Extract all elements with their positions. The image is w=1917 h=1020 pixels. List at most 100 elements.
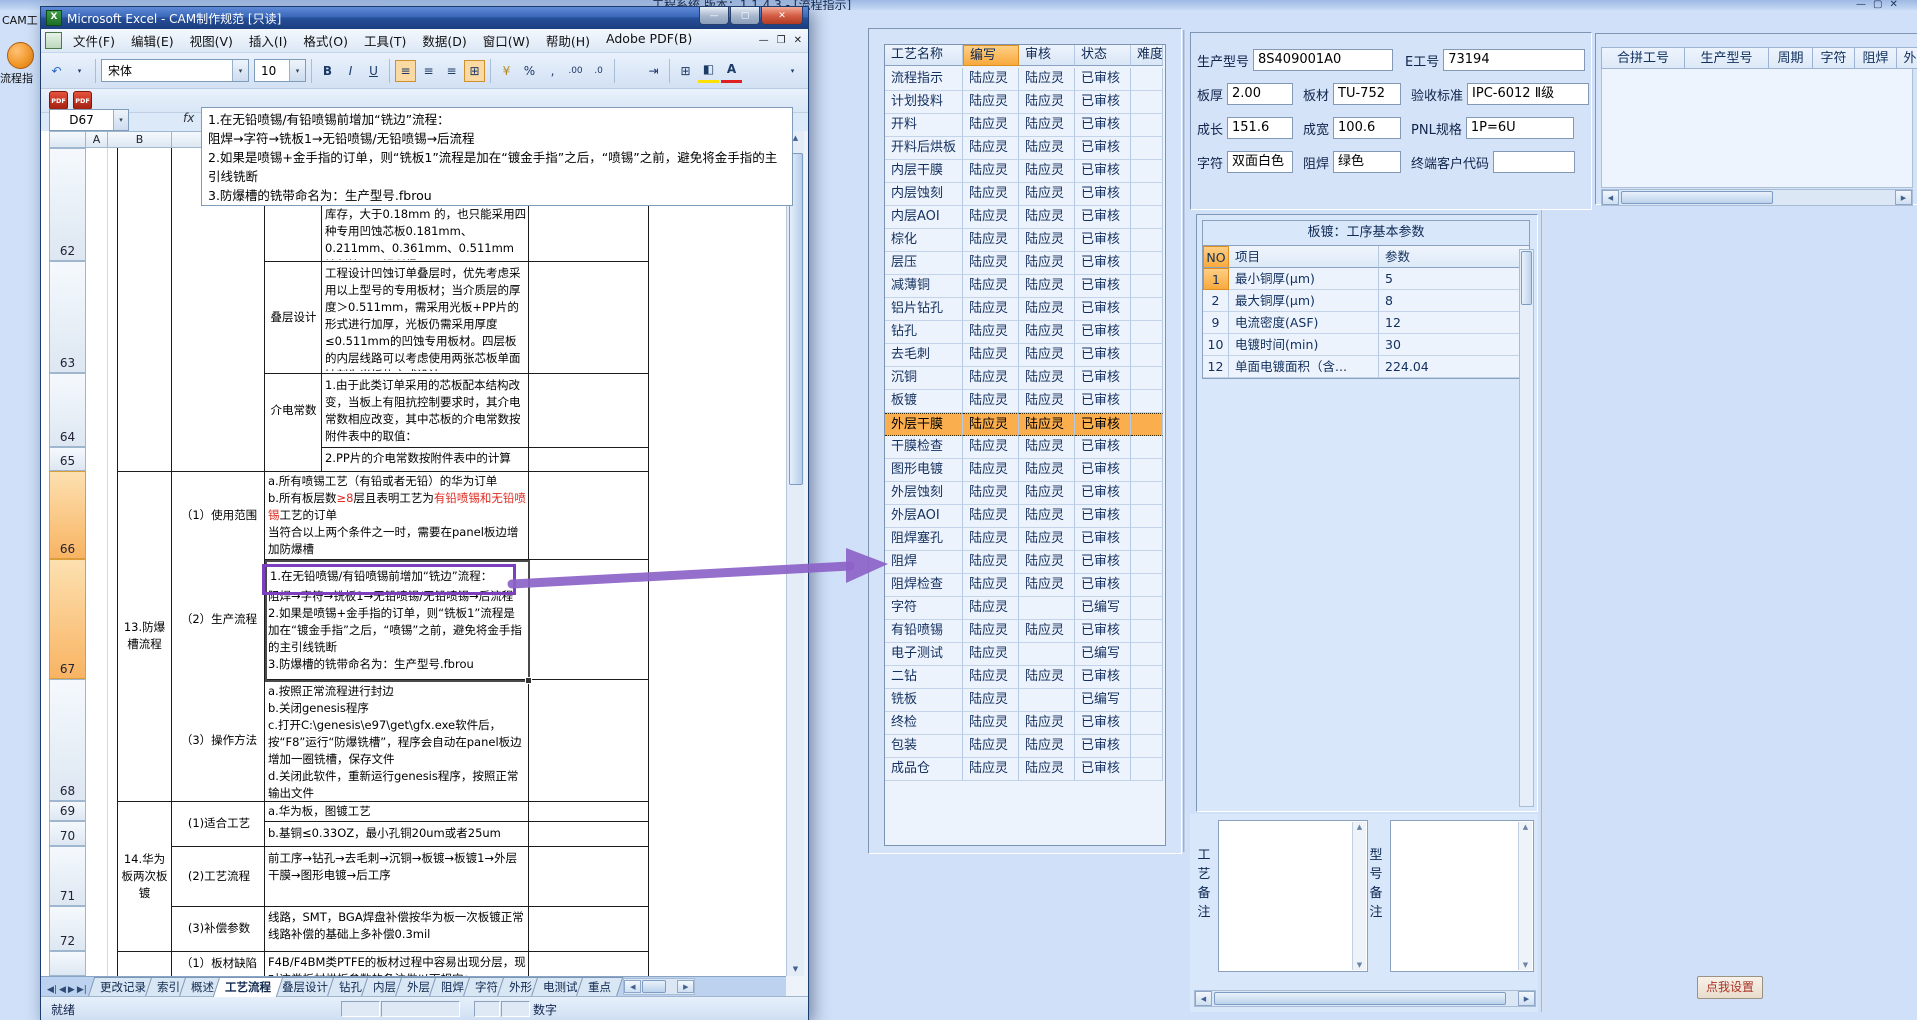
- column-header-4[interactable]: 难度: [1131, 45, 1163, 66]
- workbook-minimize-icon[interactable]: —: [759, 35, 769, 46]
- process-row[interactable]: 内层AOI 陆应灵 陆应灵 已审核: [885, 206, 1165, 229]
- process-row[interactable]: 钻孔 陆应灵 陆应灵 已审核: [885, 321, 1165, 344]
- cell-r73-label[interactable]: （1）板材缺陷: [174, 951, 264, 975]
- process-row[interactable]: 开料后烘板 陆应灵 陆应灵 已审核: [885, 137, 1165, 160]
- pnl-field[interactable]: 1P=6U: [1465, 117, 1574, 139]
- process-row[interactable]: 二钻 陆应灵 陆应灵 已审核: [885, 666, 1165, 689]
- row-header-62[interactable]: 62: [49, 148, 86, 261]
- process-row[interactable]: 板镀 陆应灵 陆应灵 已审核: [885, 390, 1165, 413]
- panel-splitter[interactable]: [1183, 30, 1186, 852]
- chevron-down-icon[interactable]: ▾: [232, 60, 248, 81]
- scroll-down-icon[interactable]: ▼: [787, 965, 804, 973]
- process-row[interactable]: 内层干膜 陆应灵 陆应灵 已审核: [885, 160, 1165, 183]
- process-row[interactable]: 减薄铜 陆应灵 陆应灵 已审核: [885, 275, 1165, 298]
- fill-color-icon[interactable]: ◧: [698, 58, 719, 83]
- process-row[interactable]: 外层蚀刻 陆应灵 陆应灵 已审核: [885, 482, 1165, 505]
- sheet-tab-3[interactable]: 工艺流程: [212, 977, 284, 997]
- width-field[interactable]: 100.6: [1333, 117, 1402, 139]
- sheet-hscrollbar[interactable]: ◀ ▶: [623, 978, 696, 995]
- scroll-right-icon[interactable]: ▶: [1518, 991, 1535, 1006]
- notes-hscrollbar[interactable]: ◀ ▶: [1194, 990, 1536, 1007]
- params-row[interactable]: 2 最大铜厚(μm) 8: [1203, 290, 1529, 312]
- menu-item-9[interactable]: Adobe PDF(B): [598, 28, 700, 53]
- process-note-field[interactable]: ▲ ▼: [1218, 820, 1368, 972]
- process-row[interactable]: 干膜检查 陆应灵 陆应灵 已审核: [885, 436, 1165, 459]
- params-vscrollbar[interactable]: [1519, 249, 1534, 807]
- column-header-2[interactable]: 审核: [1019, 45, 1075, 66]
- scroll-right-icon[interactable]: ▶: [677, 980, 695, 993]
- cell-r65-text[interactable]: 2.PP片的介电常数按附件表中的计算: [325, 450, 527, 468]
- font-size-select[interactable]: 10 ▾: [254, 59, 306, 82]
- decrease-decimal-icon[interactable]: .0: [588, 60, 609, 82]
- column-header-1[interactable]: 编写: [963, 45, 1019, 66]
- tab-last-icon[interactable]: ▶|: [77, 985, 87, 995]
- menu-item-8[interactable]: 帮助(H): [538, 28, 598, 53]
- process-row[interactable]: 终检 陆应灵 陆应灵 已审核: [885, 712, 1165, 735]
- align-right-button[interactable]: ≡: [441, 60, 462, 82]
- cell-r71-label[interactable]: (2)工艺流程: [174, 846, 264, 906]
- cell-r64-label[interactable]: 介电常数: [266, 373, 321, 447]
- process-row[interactable]: 层压 陆应灵 陆应灵 已审核: [885, 252, 1165, 275]
- font-color-icon[interactable]: A: [721, 58, 742, 83]
- process-row[interactable]: 包装 陆应灵 陆应灵 已审核: [885, 735, 1165, 758]
- tab-first-icon[interactable]: ◀|: [47, 985, 57, 995]
- cell-r69-label[interactable]: (1)适合工艺: [174, 801, 264, 846]
- process-row[interactable]: 有铅喷锡 陆应灵 陆应灵 已审核: [885, 620, 1165, 643]
- cell-r71-text[interactable]: 前工序→钻孔→去毛刺→沉铜→板镀→板镀1→外层干膜→图形电镀→后工序: [268, 850, 526, 886]
- close-button[interactable]: ✕: [761, 7, 803, 25]
- process-row[interactable]: 阻焊检查 陆应灵 陆应灵 已审核: [885, 574, 1165, 597]
- comma-icon[interactable]: ,: [542, 60, 563, 82]
- params-row[interactable]: 1 最小铜厚(μm) 5: [1203, 268, 1529, 290]
- params-row[interactable]: 12 单面电镀面积（含... 224.04: [1203, 356, 1529, 378]
- process-row[interactable]: 铣板 陆应灵 已编写: [885, 689, 1165, 712]
- legend-field[interactable]: 双面白色: [1227, 151, 1294, 173]
- process-row[interactable]: 流程指示 陆应灵 陆应灵 已审核: [885, 68, 1165, 91]
- process-row[interactable]: 字符 陆应灵 已编写: [885, 597, 1165, 620]
- scrollbar-thumb[interactable]: [1521, 251, 1532, 305]
- chevron-down-icon[interactable]: ▾: [289, 60, 305, 81]
- maximize-icon[interactable]: ▢: [1873, 0, 1882, 10]
- menu-item-2[interactable]: 视图(V): [182, 28, 241, 53]
- mask-field[interactable]: 绿色: [1333, 151, 1402, 173]
- italic-button[interactable]: I: [340, 60, 361, 82]
- scroll-left-icon[interactable]: ◀: [1602, 190, 1619, 205]
- sheet-tab-12[interactable]: 重点: [576, 977, 624, 997]
- cell-r68-label[interactable]: （3）操作方法: [174, 679, 264, 801]
- cell-r63-label[interactable]: 叠层设计: [266, 261, 321, 373]
- menu-item-5[interactable]: 工具(T): [356, 28, 414, 53]
- cell-r62-text[interactable]: 库存，大于0.18mm 的，也只能采用四种专用凹蚀芯板0.181mm、0.211…: [325, 206, 527, 260]
- increase-decimal-icon[interactable]: .00: [565, 60, 586, 82]
- process-row[interactable]: 计划投料 陆应灵 陆应灵 已审核: [885, 91, 1165, 114]
- scrollbar-thumb[interactable]: [642, 980, 667, 993]
- close-icon[interactable]: ✕: [1889, 0, 1897, 10]
- column-header-A[interactable]: A: [85, 131, 108, 148]
- process-row[interactable]: 去毛刺 陆应灵 陆应灵 已审核: [885, 344, 1165, 367]
- underline-button[interactable]: U: [363, 60, 384, 82]
- params-row[interactable]: 10 电镀时间(min) 30: [1203, 334, 1529, 356]
- merge-table-body[interactable]: [1601, 69, 1913, 188]
- spreadsheet[interactable]: A B 62 63 64 65 66 67 68 69 70 71 72 库存，大于0.18mm 的，也…: [41, 131, 786, 976]
- menu-item-0[interactable]: 文件(F): [65, 28, 123, 53]
- pdf-convert-icon[interactable]: PDF: [49, 91, 68, 110]
- currency-icon[interactable]: ¥: [496, 60, 517, 82]
- scrollbar-thumb[interactable]: [1214, 992, 1506, 1005]
- minimize-button[interactable]: —: [699, 7, 729, 25]
- cell-r70-text[interactable]: b.基铜≤0.33OZ，最小孔铜20um或者25um: [268, 825, 526, 843]
- process-row[interactable]: 阻焊 陆应灵 陆应灵 已审核: [885, 551, 1165, 574]
- cell-r63-text[interactable]: 工程设计凹蚀订单叠层时，优先考虑采用以上型号的专用板材；当介质层的厚度＞0.51…: [325, 265, 527, 371]
- chevron-down-icon[interactable]: ▾: [113, 110, 128, 130]
- cell-r69-text[interactable]: a.华为板，图镀工艺: [268, 803, 526, 820]
- process-row[interactable]: 棕化 陆应灵 陆应灵 已审核: [885, 229, 1165, 252]
- row-header-65[interactable]: 65: [49, 447, 86, 471]
- cell-section13-title[interactable]: 13.防爆槽流程: [119, 471, 170, 801]
- process-row[interactable]: 内层蚀刻 陆应灵 陆应灵 已审核: [885, 183, 1165, 206]
- column-header-0[interactable]: 工艺名称: [885, 45, 963, 66]
- process-row[interactable]: 外层AOI 陆应灵 陆应灵 已审核: [885, 505, 1165, 528]
- scroll-left-icon[interactable]: ◀: [624, 980, 642, 993]
- process-row[interactable]: 开料 陆应灵 陆应灵 已审核: [885, 114, 1165, 137]
- process-row[interactable]: 图形电镀 陆应灵 陆应灵 已审核: [885, 459, 1165, 482]
- select-all-corner[interactable]: [49, 131, 86, 148]
- workbook-restore-icon[interactable]: ❐: [777, 35, 786, 46]
- process-row[interactable]: 铝片钻孔 陆应灵 陆应灵 已审核: [885, 298, 1165, 321]
- length-field[interactable]: 151.6: [1227, 117, 1294, 139]
